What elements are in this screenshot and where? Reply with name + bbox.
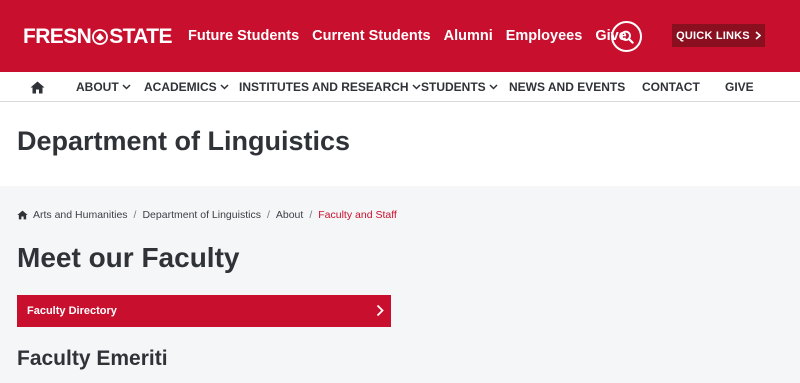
nav-about[interactable]: ABOUT — [76, 72, 131, 102]
chevron-down-icon — [122, 84, 131, 90]
nav-students-label: STUDENTS — [421, 80, 486, 94]
breadcrumb-separator: / — [266, 209, 270, 221]
breadcrumb-arts-humanities[interactable]: Arts and Humanities — [33, 209, 128, 221]
chevron-down-icon — [220, 84, 229, 90]
nav-contact[interactable]: CONTACT — [642, 72, 700, 102]
logo-text-left: FRESN — [23, 25, 92, 48]
chevron-right-icon — [376, 304, 384, 317]
fresno-state-logo[interactable]: FRESN STATE — [23, 25, 173, 48]
nav-alumni[interactable]: Alumni — [444, 28, 493, 44]
breadcrumb-department[interactable]: Department of Linguistics — [142, 209, 260, 221]
home-icon — [17, 210, 28, 220]
search-icon — [620, 30, 634, 44]
nav-give-main[interactable]: GIVE — [725, 72, 754, 102]
quick-links-button[interactable]: QUICK LINKS — [672, 24, 765, 47]
chevron-right-icon — [755, 31, 761, 40]
nav-institutes-label: INSTITUTES AND RESEARCH — [239, 80, 409, 94]
breadcrumb-about[interactable]: About — [276, 209, 303, 221]
nav-about-label: ABOUT — [76, 80, 119, 94]
nav-future-students[interactable]: Future Students — [188, 28, 299, 44]
nav-news-events[interactable]: NEWS AND EVENTS — [509, 72, 625, 102]
top-header-bar: FRESN STATE Future Students Current Stud… — [0, 0, 800, 72]
nav-current-students[interactable]: Current Students — [312, 28, 430, 44]
breadcrumb-separator: / — [133, 209, 137, 221]
department-title: Department of Linguistics — [17, 126, 351, 156]
section-heading: Meet our Faculty — [17, 242, 240, 273]
chevron-down-icon — [412, 84, 421, 90]
breadcrumb-home-icon[interactable] — [17, 210, 28, 220]
nav-students[interactable]: STUDENTS — [421, 72, 498, 102]
breadcrumb-current: Faculty and Staff — [318, 209, 397, 221]
bulldog-emblem-icon — [92, 29, 109, 45]
home-icon — [30, 81, 45, 93]
faculty-directory-button[interactable]: Faculty Directory — [17, 295, 391, 327]
nav-contact-label: CONTACT — [642, 80, 700, 94]
nav-academics-label: ACADEMICS — [144, 80, 217, 94]
nav-academics[interactable]: ACADEMICS — [144, 72, 229, 102]
nav-give-label: GIVE — [725, 80, 754, 94]
quick-links-label: QUICK LINKS — [676, 29, 750, 42]
nav-institutes-research[interactable]: INSTITUTES AND RESEARCH — [239, 72, 421, 102]
faculty-directory-label: Faculty Directory — [27, 305, 117, 317]
faculty-emeriti-heading: Faculty Emeriti — [17, 347, 168, 370]
nav-employees[interactable]: Employees — [506, 28, 583, 44]
main-navigation: ABOUT ACADEMICS INSTITUTES AND RESEARCH … — [0, 72, 800, 102]
breadcrumb: Arts and Humanities / Department of Ling… — [17, 209, 397, 221]
breadcrumb-separator: / — [309, 209, 313, 221]
nav-news-label: NEWS AND EVENTS — [509, 80, 626, 94]
logo-text-right: STATE — [109, 25, 172, 48]
audience-nav: Future Students Current Students Alumni … — [188, 28, 640, 44]
search-button[interactable] — [611, 21, 642, 52]
home-nav-button[interactable] — [30, 72, 45, 102]
chevron-down-icon — [489, 84, 498, 90]
